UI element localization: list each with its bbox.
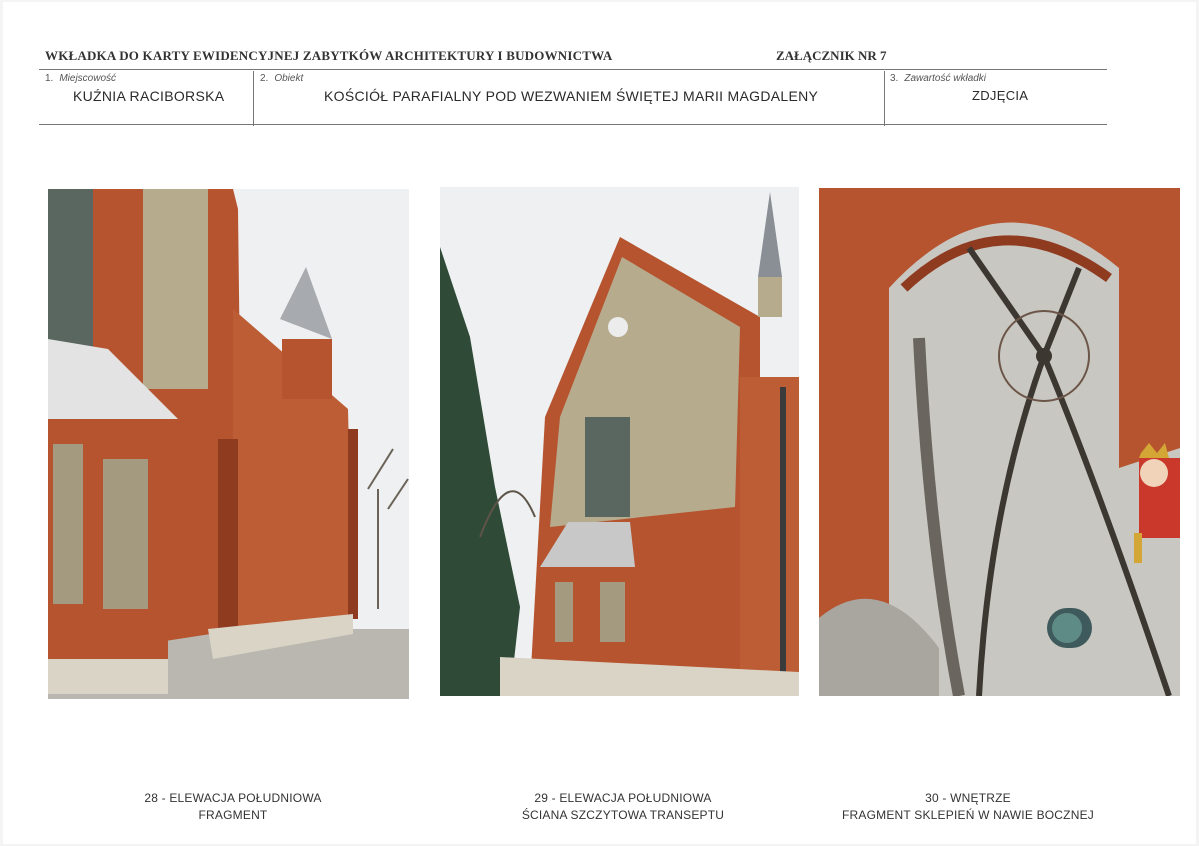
photo-30-interior-vaults <box>819 188 1180 696</box>
field-contents-value: ZDJĘCIA <box>972 88 1029 103</box>
field-object-label: 2. Obiekt <box>260 73 304 84</box>
document-title: WKŁADKA DO KARTY EWIDENCYJNEJ ZABYTKÓW A… <box>45 48 613 63</box>
annex-number: ZAŁĄCZNIK NR 7 <box>776 48 887 63</box>
document-sheet: WKŁADKA DO KARTY EWIDENCYJNEJ ZABYTKÓW A… <box>3 2 1196 844</box>
caption-29: 29 - ELEWACJA POŁUDNIOWA ŚCIANA SZCZYTOW… <box>521 791 725 822</box>
field-contents-label: 3. Zawartość wkładki <box>890 73 987 84</box>
caption-30: 30 - WNĘTRZE FRAGMENT SKLEPIEŃ W NAWIE B… <box>842 791 1094 822</box>
header-top-rule <box>39 69 1107 70</box>
field-locality-label: 1. Miejscowość <box>45 73 117 84</box>
field-divider-1 <box>253 71 254 126</box>
field-object-value: KOŚCIÓŁ PARAFIALNY POD WEZWANIEM ŚWIĘTEJ… <box>324 88 819 104</box>
field-locality-value: KUŹNIA RACIBORSKA <box>73 88 225 104</box>
caption-28: 28 - ELEWACJA POŁUDNIOWA FRAGMENT <box>144 791 322 822</box>
field-divider-2 <box>884 71 885 126</box>
header-bottom-rule <box>39 124 1107 125</box>
photo-29-transept-gable <box>440 187 799 696</box>
photo-28-south-elevation <box>48 189 409 699</box>
